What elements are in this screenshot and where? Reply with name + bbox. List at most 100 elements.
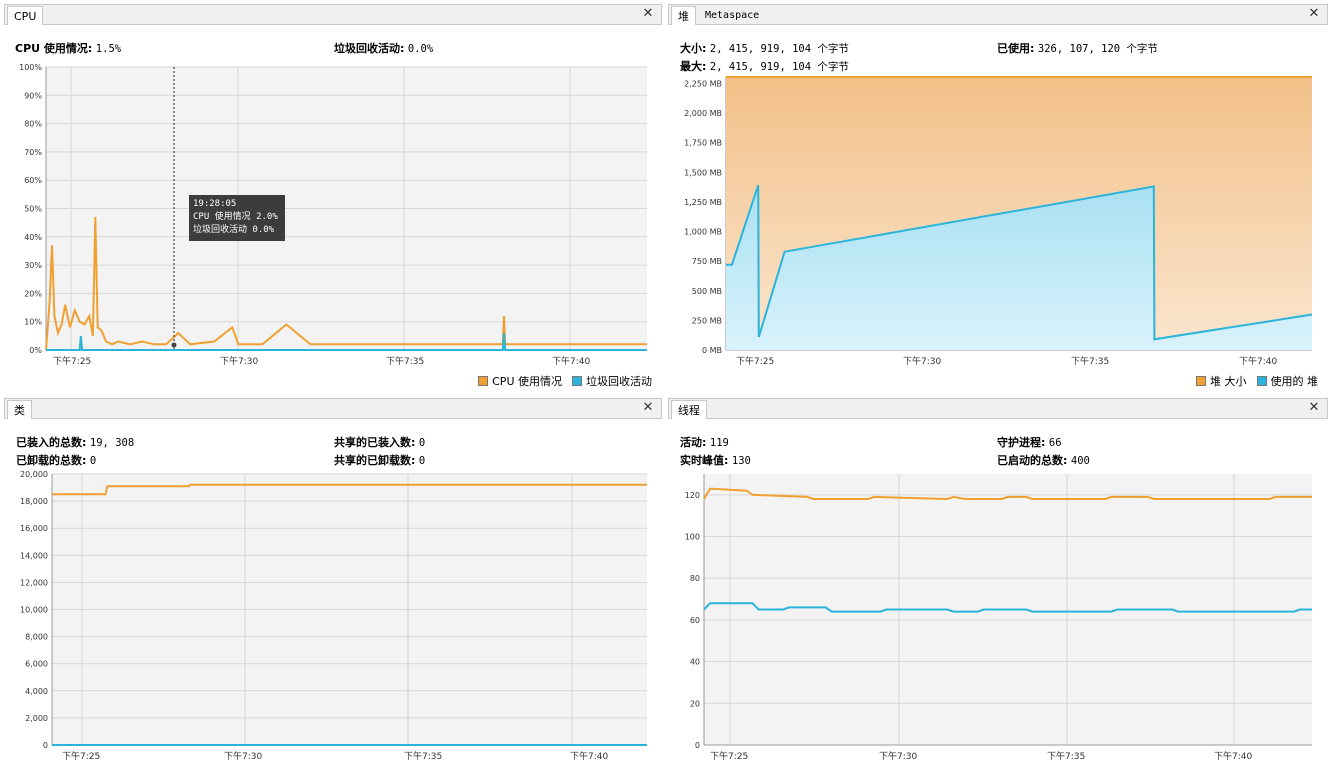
daemon-threads-value: 66 [1048, 437, 1062, 449]
cpu-y-tick-label: 40% [24, 233, 42, 242]
heap-max-stat: 最大: 2, 415, 919, 104 个字节 [680, 58, 849, 74]
threads-y-tick-label: 100 [685, 533, 700, 542]
close-icon[interactable]: ✕ [641, 401, 655, 415]
shared-unloaded-stat: 共享的已卸载数: 0 [334, 452, 425, 468]
legend-swatch-heap-size [1196, 376, 1206, 386]
gc-activity-stat: 垃圾回收活动: 0.0% [334, 40, 433, 56]
heap-used-label: 已使用: [997, 42, 1035, 55]
legend-swatch-cpu [478, 376, 489, 386]
cpu-titlebar: CPU ✕ [4, 4, 662, 25]
heap-size-stat: 大小: 2, 415, 919, 104 个字节 [680, 40, 849, 56]
threads-series-daemon-line [703, 602, 1312, 613]
shared-unloaded-value: 0 [418, 455, 426, 467]
cpu-panel: CPU ✕ CPU 使用情况: 1.5% 垃圾回收活动: 0.0% 0% 10% 2… [4, 4, 662, 392]
legend-swatch-gc [572, 376, 582, 386]
legend-heap-size-label: 堆 大小 [1210, 375, 1247, 388]
daemon-threads-label: 守护进程: [997, 436, 1046, 449]
started-threads-value: 400 [1070, 455, 1090, 467]
close-icon[interactable]: ✕ [1307, 7, 1321, 21]
heap-legend: 堆 大小 使用的 堆 [1196, 373, 1318, 389]
heap-plot-area [726, 77, 1312, 350]
tab-heap[interactable]: 堆 [671, 6, 696, 25]
classes-y-tick-label: 10,000 [20, 606, 48, 615]
cpu-x-tick-label: 下午7:30 [220, 355, 258, 367]
threads-y-tick-label: 60 [690, 616, 700, 625]
heap-size-area [726, 77, 1312, 350]
classes-y-tick-label: 12,000 [20, 578, 48, 587]
tooltip-time: 19:28:05 [193, 199, 237, 209]
close-icon[interactable]: ✕ [1307, 401, 1321, 415]
threads-y-tick-label: 120 [685, 491, 700, 500]
cpu-y-tick-label: 80% [24, 120, 42, 129]
loaded-stat: 已装入的总数: 19, 308 [16, 434, 134, 450]
classes-y-tick-label: 18,000 [20, 497, 48, 506]
live-threads-label: 活动: [680, 436, 707, 449]
tooltip-gc: 垃圾回收活动 0.0% [193, 225, 275, 235]
cpu-usage-value: 1.5% [95, 43, 122, 55]
heap-used-area [726, 185, 1312, 350]
classes-series-loaded-line [52, 483, 647, 496]
heap-used-stat: 已使用: 326, 107, 120 个字节 [997, 40, 1158, 56]
threads-y-tick-label: 20 [690, 699, 700, 708]
cpu-cursor-point [171, 342, 177, 348]
threads-y-tick-label: 0 [695, 741, 700, 750]
peak-threads-value: 130 [731, 455, 751, 467]
cpu-series-gc-line [46, 332, 647, 351]
tab-cpu[interactable]: CPU [7, 6, 44, 25]
threads-series-live-line [703, 487, 1312, 501]
tab-threads[interactable]: 线程 [671, 400, 707, 419]
live-threads-value: 119 [709, 437, 729, 449]
heap-y-tick-label: 0 MB [702, 346, 722, 355]
close-icon[interactable]: ✕ [641, 7, 655, 21]
cpu-chart[interactable]: 0% 10% 20% 30% 40% 50% 60% 70% 80% 90% 100% 下午7:25 下… [4, 4, 662, 392]
loaded-label: 已装入的总数: [16, 436, 87, 449]
unloaded-value: 0 [89, 455, 97, 467]
started-threads-stat: 已启动的总数: 400 [997, 452, 1090, 468]
heap-x-tick-label: 下午7:25 [736, 355, 774, 367]
tab-classes[interactable]: 类 [7, 400, 32, 419]
cpu-tooltip: 19:28:05 CPU 使用情况 2.0% 垃圾回收活动 0.0% [189, 195, 285, 241]
cpu-y-tick-label: 0% [29, 346, 42, 355]
live-threads-stat: 活动: 119 [680, 434, 729, 450]
heap-size-label: 大小: [680, 42, 707, 55]
classes-y-tick-label: 0 [43, 741, 48, 750]
cpu-usage-stat: CPU 使用情况: 1.5% [15, 40, 121, 56]
cpu-y-tick-label: 10% [24, 318, 42, 327]
heap-y-tick-label: 1,750 MB [684, 139, 722, 148]
heap-y-tick-label: 1,250 MB [684, 198, 722, 207]
cpu-y-tick-label: 90% [24, 91, 42, 100]
cpu-series-usage-line [45, 216, 647, 351]
legend-heap-used-label: 使用的 堆 [1270, 375, 1319, 388]
classes-x-tick-label: 下午7:40 [570, 750, 608, 762]
unloaded-stat: 已卸载的总数: 0 [16, 452, 96, 468]
legend-gc-label: 垃圾回收活动 [586, 375, 652, 388]
loaded-value: 19, 308 [89, 437, 135, 449]
tab-metaspace[interactable]: Metaspace [699, 6, 765, 25]
threads-titlebar: 线程 ✕ [668, 398, 1328, 419]
cpu-y-tick-label: 60% [24, 176, 42, 185]
cpu-y-tick-label: 30% [24, 261, 42, 270]
heap-x-tick-label: 下午7:40 [1239, 355, 1277, 367]
cpu-y-tick-label: 70% [24, 148, 42, 157]
started-threads-label: 已启动的总数: [997, 454, 1068, 467]
classes-chart[interactable]: 0 2,000 4,000 6,000 8,000 10,000 12,000 14,000 1… [4, 398, 662, 767]
cpu-usage-label: CPU 使用情况: [15, 42, 93, 55]
gc-activity-label: 垃圾回收活动: [334, 42, 405, 55]
classes-y-tick-label: 2,000 [25, 714, 48, 723]
heap-titlebar: 堆 Metaspace ✕ [668, 4, 1328, 25]
peak-threads-label: 实时峰值: [680, 454, 729, 467]
classes-y-tick-label: 6,000 [25, 660, 48, 669]
cpu-y-tick-label: 50% [24, 205, 42, 214]
heap-y-tick-label: 2,250 MB [684, 79, 722, 88]
heap-max-label: 最大: [680, 60, 707, 73]
classes-x-tick-label: 下午7:35 [404, 750, 442, 762]
daemon-threads-stat: 守护进程: 66 [997, 434, 1062, 450]
threads-x-tick-label: 下午7:25 [710, 750, 748, 762]
threads-x-tick-label: 下午7:40 [1214, 750, 1252, 762]
classes-x-tick-label: 下午7:30 [224, 750, 262, 762]
threads-y-tick-label: 40 [690, 658, 700, 667]
cpu-legend: CPU 使用情况 垃圾回收活动 [478, 373, 652, 389]
classes-x-tick-label: 下午7:25 [62, 750, 100, 762]
shared-loaded-label: 共享的已装入数: [334, 436, 416, 449]
heap-size-value: 2, 415, 919, 104 个字节 [709, 43, 849, 55]
